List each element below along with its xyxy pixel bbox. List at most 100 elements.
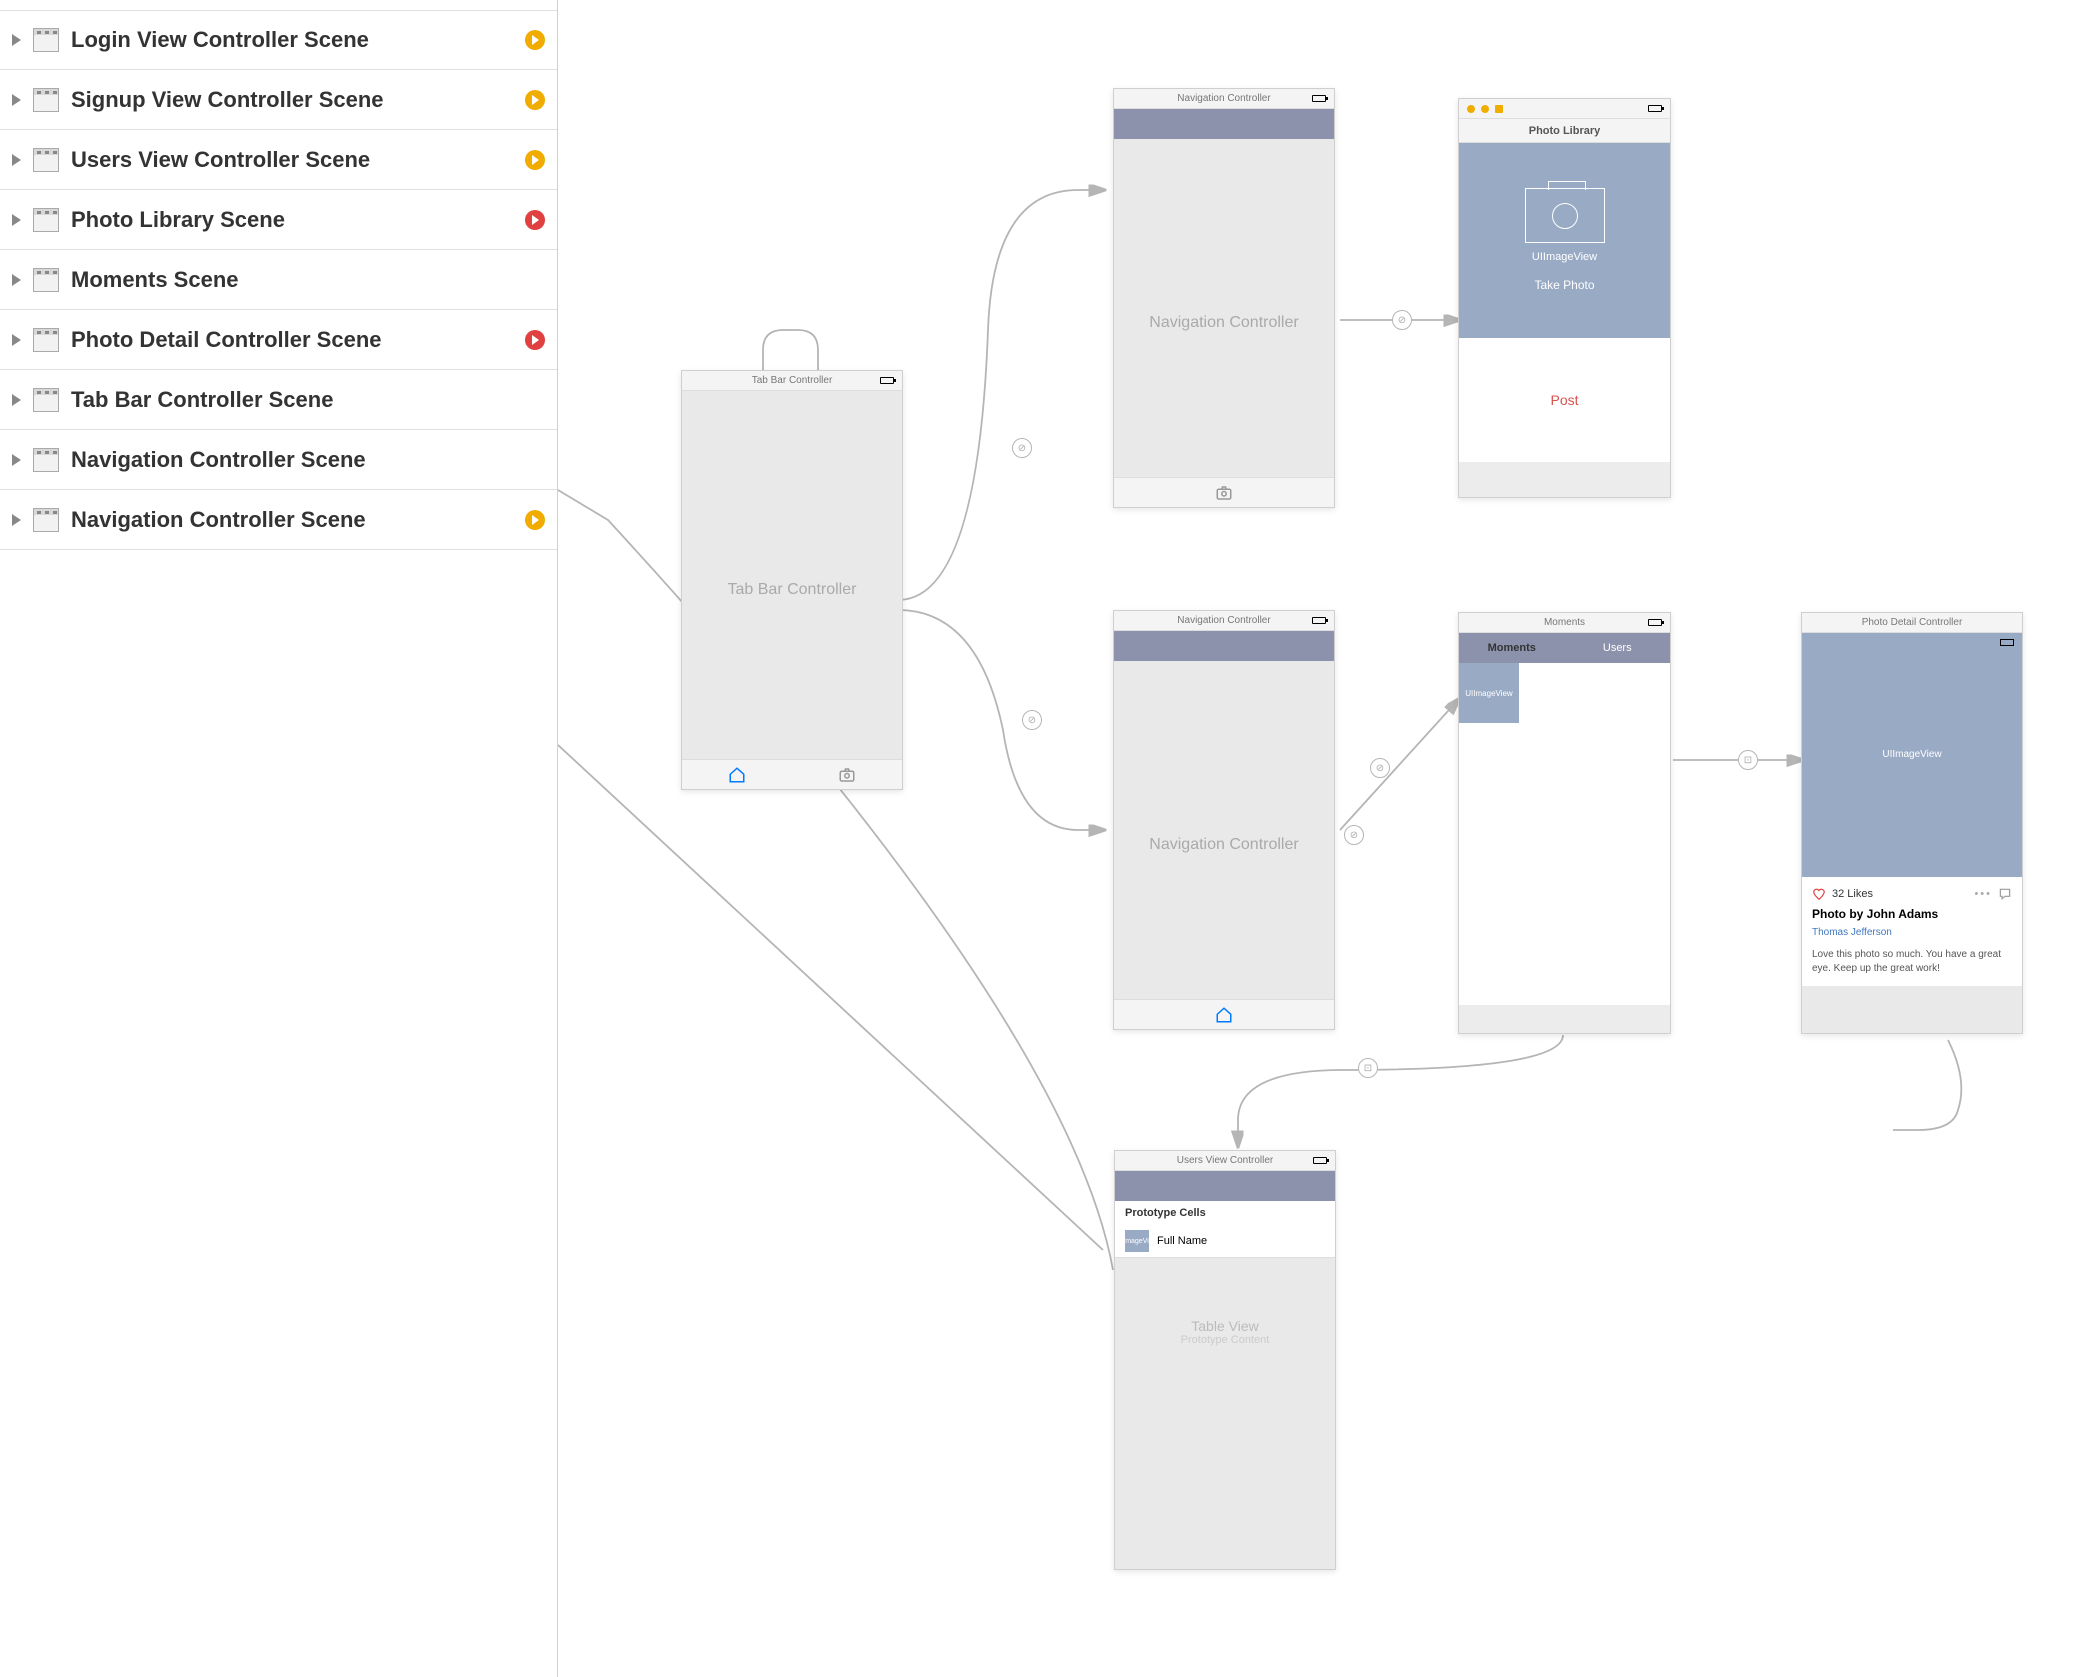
scene-outline-row[interactable]: Signup View Controller Scene — [0, 70, 557, 130]
warning-indicator-icon[interactable] — [525, 150, 545, 170]
table-view-label: Table View — [1115, 1318, 1335, 1334]
disclosure-triangle-icon[interactable] — [12, 394, 21, 406]
segmented-control[interactable]: Moments Users — [1459, 633, 1670, 663]
scene-outline-row[interactable]: Navigation Controller Scene — [0, 490, 557, 550]
navigation-controller-scene-2[interactable]: Navigation Controller Navigation Control… — [1113, 610, 1335, 1030]
cell-name-label: Full Name — [1157, 1235, 1207, 1247]
error-indicator-icon[interactable] — [525, 330, 545, 350]
scene-label: Navigation Controller Scene — [71, 447, 545, 473]
heart-icon[interactable] — [1812, 887, 1826, 901]
controller-label: Navigation Controller — [1149, 314, 1298, 332]
navigation-bar — [1114, 631, 1334, 661]
collection-cell-imageview[interactable]: UIImageView — [1459, 663, 1519, 723]
tab-item-camera[interactable] — [792, 760, 902, 789]
disclosure-triangle-icon[interactable] — [12, 274, 21, 286]
take-photo-label[interactable]: Take Photo — [1534, 278, 1594, 292]
scene-outline-row[interactable]: Moments Scene — [0, 250, 557, 310]
navigation-controller-scene-1[interactable]: Navigation Controller Navigation Control… — [1113, 88, 1335, 508]
image-view-area[interactable]: UIImageView Take Photo — [1459, 143, 1670, 338]
photo-title: Photo by John Adams — [1812, 907, 2012, 921]
segment-moments[interactable]: Moments — [1459, 633, 1565, 663]
scene-label: Photo Library Scene — [71, 207, 525, 233]
scene-outline-row[interactable]: Navigation Controller Scene — [0, 430, 557, 490]
scene-outline-row[interactable]: Login View Controller Scene — [0, 10, 557, 70]
disclosure-triangle-icon[interactable] — [12, 154, 21, 166]
navigation-bar — [1114, 109, 1334, 139]
detail-meta: 32 Likes ••• Photo by John Adams Thomas … — [1802, 877, 2022, 986]
segue-show-icon[interactable]: ⊡ — [1738, 750, 1758, 770]
moments-scene[interactable]: Moments Moments Users UIImageView — [1458, 612, 1671, 1034]
warning-indicator-icon[interactable] — [525, 510, 545, 530]
segment-users[interactable]: Users — [1565, 633, 1671, 663]
storyboard-scene-icon — [33, 328, 59, 352]
scene-title: Navigation Controller — [1177, 615, 1270, 626]
storyboard-scene-icon — [33, 88, 59, 112]
scene-label: Photo Detail Controller Scene — [71, 327, 525, 353]
disclosure-triangle-icon[interactable] — [12, 514, 21, 526]
tab-bar-placeholder — [1459, 462, 1670, 497]
segue-relationship-icon[interactable]: ⊘ — [1370, 758, 1390, 778]
camera-icon — [1525, 188, 1605, 243]
storyboard-scene-icon — [33, 148, 59, 172]
simulated-status-icons — [1467, 105, 1503, 113]
scene-label: Users View Controller Scene — [71, 147, 525, 173]
disclosure-triangle-icon[interactable] — [12, 94, 21, 106]
tab-bar — [682, 759, 902, 789]
storyboard-scene-icon — [33, 28, 59, 52]
segue-relationship-icon[interactable]: ⊘ — [1344, 825, 1364, 845]
scene-outline-row[interactable]: Photo Detail Controller Scene — [0, 310, 557, 370]
warning-indicator-icon[interactable] — [525, 90, 545, 110]
scene-title: Moments — [1544, 617, 1585, 628]
cell-imageview: UIImageView — [1125, 1230, 1149, 1252]
storyboard-scene-icon — [33, 208, 59, 232]
scene-outline-row[interactable]: Users View Controller Scene — [0, 130, 557, 190]
tab-bar-controller-scene[interactable]: Tab Bar Controller Tab Bar Controller — [681, 370, 903, 790]
disclosure-triangle-icon[interactable] — [12, 214, 21, 226]
controller-label: Navigation Controller — [1149, 836, 1298, 854]
disclosure-triangle-icon[interactable] — [12, 34, 21, 46]
comment-icon[interactable] — [1998, 887, 2012, 901]
scene-body: Navigation Controller — [1114, 661, 1334, 1029]
scene-header: Navigation Controller — [1114, 611, 1334, 631]
scene-outline-row[interactable]: Tab Bar Controller Scene — [0, 370, 557, 430]
tab-item-home[interactable] — [682, 760, 792, 789]
segue-relationship-icon[interactable]: ⊘ — [1022, 710, 1042, 730]
photo-library-scene[interactable]: Photo Library UIImageView Take Photo Pos… — [1458, 98, 1671, 498]
battery-icon — [1648, 619, 1662, 626]
disclosure-triangle-icon[interactable] — [12, 334, 21, 346]
battery-icon — [1312, 95, 1326, 102]
tab-item-home[interactable] — [1187, 1000, 1260, 1029]
battery-icon — [1313, 1157, 1327, 1164]
navigation-bar-title: Photo Library — [1459, 119, 1670, 143]
scene-title: Users View Controller — [1177, 1155, 1274, 1166]
scene-title: Tab Bar Controller — [752, 375, 833, 386]
scene-label: Tab Bar Controller Scene — [71, 387, 545, 413]
storyboard-canvas[interactable]: ⊘ ⊘ ⊘ ⊘ ⊘ ⊡ ⊡ Tab Bar Controller Tab Bar… — [558, 0, 2075, 1677]
scene-label: Signup View Controller Scene — [71, 87, 525, 113]
scene-outline-row[interactable]: Photo Library Scene — [0, 190, 557, 250]
more-icon[interactable]: ••• — [1974, 888, 1992, 900]
warning-indicator-icon[interactable] — [525, 30, 545, 50]
scene-title: Navigation Controller — [1177, 93, 1270, 104]
battery-icon — [880, 377, 894, 384]
tab-item-camera[interactable] — [1187, 478, 1260, 507]
error-indicator-icon[interactable] — [525, 210, 545, 230]
segue-relationship-icon[interactable]: ⊘ — [1392, 310, 1412, 330]
prototype-cells-header: Prototype Cells — [1115, 1201, 1335, 1225]
segue-relationship-icon[interactable]: ⊡ — [1358, 1058, 1378, 1078]
post-button[interactable]: Post — [1459, 338, 1670, 462]
imageview-label: UIImageView — [1532, 251, 1597, 263]
storyboard-scene-icon — [33, 268, 59, 292]
table-view-sublabel: Prototype Content — [1115, 1334, 1335, 1346]
users-view-controller-scene[interactable]: Users View Controller Prototype Cells UI… — [1114, 1150, 1336, 1570]
storyboard-scene-icon — [33, 508, 59, 532]
scene-header: Tab Bar Controller — [682, 371, 902, 391]
table-cell[interactable]: UIImageView Full Name — [1115, 1225, 1335, 1258]
segue-relationship-icon[interactable]: ⊘ — [1012, 438, 1032, 458]
disclosure-triangle-icon[interactable] — [12, 454, 21, 466]
scene-label: Navigation Controller Scene — [71, 507, 525, 533]
scene-body: Navigation Controller — [1114, 139, 1334, 507]
photo-detail-controller-scene[interactable]: Photo Detail Controller UIImageView 32 L… — [1801, 612, 2023, 1034]
photo-author[interactable]: Thomas Jefferson — [1812, 927, 2012, 938]
navigation-bar — [1115, 1171, 1335, 1201]
